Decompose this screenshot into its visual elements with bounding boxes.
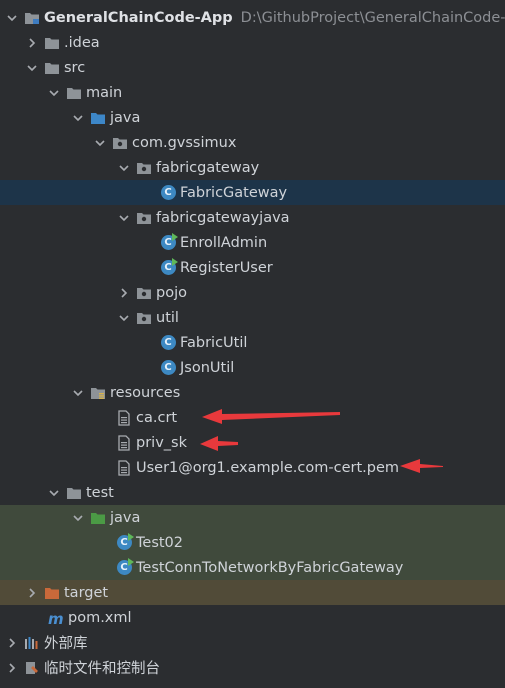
package-icon (112, 135, 128, 151)
tree-label: test (86, 484, 114, 501)
java-class-icon: C (160, 335, 176, 351)
java-test-class-icon: C (116, 533, 134, 551)
tree-row-user-cert[interactable]: User1@org1.example.com-cert.pem (0, 455, 505, 480)
folder-icon (66, 85, 82, 101)
chevron-down-icon[interactable] (116, 210, 132, 226)
tree-row-fabricgatewayjava[interactable]: fabricgatewayjava (0, 205, 505, 230)
chevron-right-icon[interactable] (24, 35, 40, 51)
tree-label: 临时文件和控制台 (44, 661, 160, 677)
chevron-down-icon[interactable] (46, 485, 62, 501)
folder-icon (44, 35, 60, 51)
folder-icon (66, 485, 82, 501)
tree-label: java (110, 109, 141, 126)
tree-label: src (64, 59, 86, 76)
tree-row-scratches[interactable]: 临时文件和控制台 (0, 655, 505, 680)
module-folder-icon (24, 10, 40, 26)
tree-label: Test02 (136, 534, 184, 551)
tree-label: util (156, 309, 179, 326)
tree-label: TestConnToNetworkByFabricGateway (136, 559, 404, 576)
text-file-icon (116, 434, 132, 451)
java-test-class-icon: C (116, 558, 134, 576)
chevron-down-icon[interactable] (4, 10, 20, 26)
test-source-folder-icon (90, 510, 106, 526)
tree-row-enroll-admin[interactable]: C EnrollAdmin (0, 230, 505, 255)
chevron-down-icon[interactable] (70, 385, 86, 401)
scratches-icon (24, 660, 40, 676)
tree-row-test-conn[interactable]: C TestConnToNetworkByFabricGateway (0, 555, 505, 580)
tree-row-util[interactable]: util (0, 305, 505, 330)
tree-label: EnrollAdmin (180, 234, 268, 251)
tree-row-package-root[interactable]: com.gvssimux (0, 130, 505, 155)
tree-row-test[interactable]: test (0, 480, 505, 505)
tree-label: main (86, 84, 123, 101)
package-icon (136, 210, 152, 226)
chevron-down-icon[interactable] (116, 310, 132, 326)
tree-label: fabricgatewayjava (156, 209, 290, 226)
tree-label: FabricGateway (180, 184, 288, 201)
excluded-folder-icon (44, 585, 60, 601)
chevron-right-icon[interactable] (4, 660, 20, 676)
tree-label: pojo (156, 284, 187, 301)
tree-row-priv-sk[interactable]: priv_sk (0, 430, 505, 455)
tree-row-register-user[interactable]: C RegisterUser (0, 255, 505, 280)
java-runnable-class-icon: C (160, 233, 178, 251)
chevron-down-icon[interactable] (116, 160, 132, 176)
text-file-icon (116, 409, 132, 426)
tree-label: JsonUtil (180, 359, 235, 376)
tree-label: com.gvssimux (132, 134, 237, 151)
tree-label: User1@org1.example.com-cert.pem (136, 459, 400, 476)
folder-icon (44, 60, 60, 76)
tree-label: java (110, 509, 141, 526)
package-icon (136, 310, 152, 326)
tree-label: ca.crt (136, 409, 178, 426)
chevron-right-icon[interactable] (24, 585, 40, 601)
chevron-down-icon[interactable] (46, 85, 62, 101)
project-name: GeneralChainCode-App (44, 9, 233, 26)
tree-label: RegisterUser (180, 259, 273, 276)
source-folder-icon (90, 110, 106, 126)
package-icon (136, 160, 152, 176)
tree-label: priv_sk (136, 434, 187, 451)
tree-row-pojo[interactable]: pojo (0, 280, 505, 305)
resources-folder-icon (90, 385, 106, 401)
tree-label: pom.xml (68, 609, 132, 626)
tree-row-fabric-util[interactable]: C FabricUtil (0, 330, 505, 355)
java-class-icon: C (160, 185, 176, 201)
chevron-down-icon[interactable] (92, 135, 108, 151)
tree-row-target[interactable]: target (0, 580, 505, 605)
tree-row-main[interactable]: main (0, 80, 505, 105)
tree-label: fabricgateway (156, 159, 260, 176)
tree-row-json-util[interactable]: C JsonUtil (0, 355, 505, 380)
tree-row-ca-crt[interactable]: ca.crt (0, 405, 505, 430)
package-icon (136, 285, 152, 301)
svg-text:m: m (48, 610, 64, 626)
tree-row-resources[interactable]: resources (0, 380, 505, 405)
project-path: D:\GithubProject\GeneralChainCode-A (240, 9, 505, 26)
library-icon (24, 635, 40, 651)
tree-row-fabric-gateway-class[interactable]: C FabricGateway (0, 180, 505, 205)
chevron-right-icon[interactable] (116, 285, 132, 301)
tree-row-project[interactable]: GeneralChainCode-App D:\GithubProject\Ge… (0, 5, 505, 30)
tree-row-test-java[interactable]: java (0, 505, 505, 530)
java-class-icon: C (160, 360, 176, 376)
tree-row-test02[interactable]: C Test02 (0, 530, 505, 555)
tree-label: target (64, 584, 109, 601)
chevron-down-icon[interactable] (70, 510, 86, 526)
tree-row-pom[interactable]: m pom.xml (0, 605, 505, 630)
tree-row-idea[interactable]: .idea (0, 30, 505, 55)
chevron-right-icon[interactable] (4, 635, 20, 651)
tree-row-external-libraries[interactable]: 外部库 (0, 630, 505, 655)
text-file-icon (116, 459, 132, 476)
tree-row-java[interactable]: java (0, 105, 505, 130)
chevron-down-icon[interactable] (70, 110, 86, 126)
tree-label: 外部库 (44, 636, 88, 652)
tree-label: FabricUtil (180, 334, 248, 351)
chevron-down-icon[interactable] (24, 60, 40, 76)
tree-row-src[interactable]: src (0, 55, 505, 80)
maven-icon: m (48, 610, 64, 626)
tree-row-fabricgateway[interactable]: fabricgateway (0, 155, 505, 180)
tree-label: resources (110, 384, 181, 401)
java-runnable-class-icon: C (160, 258, 178, 276)
tree-label: .idea (64, 34, 100, 51)
